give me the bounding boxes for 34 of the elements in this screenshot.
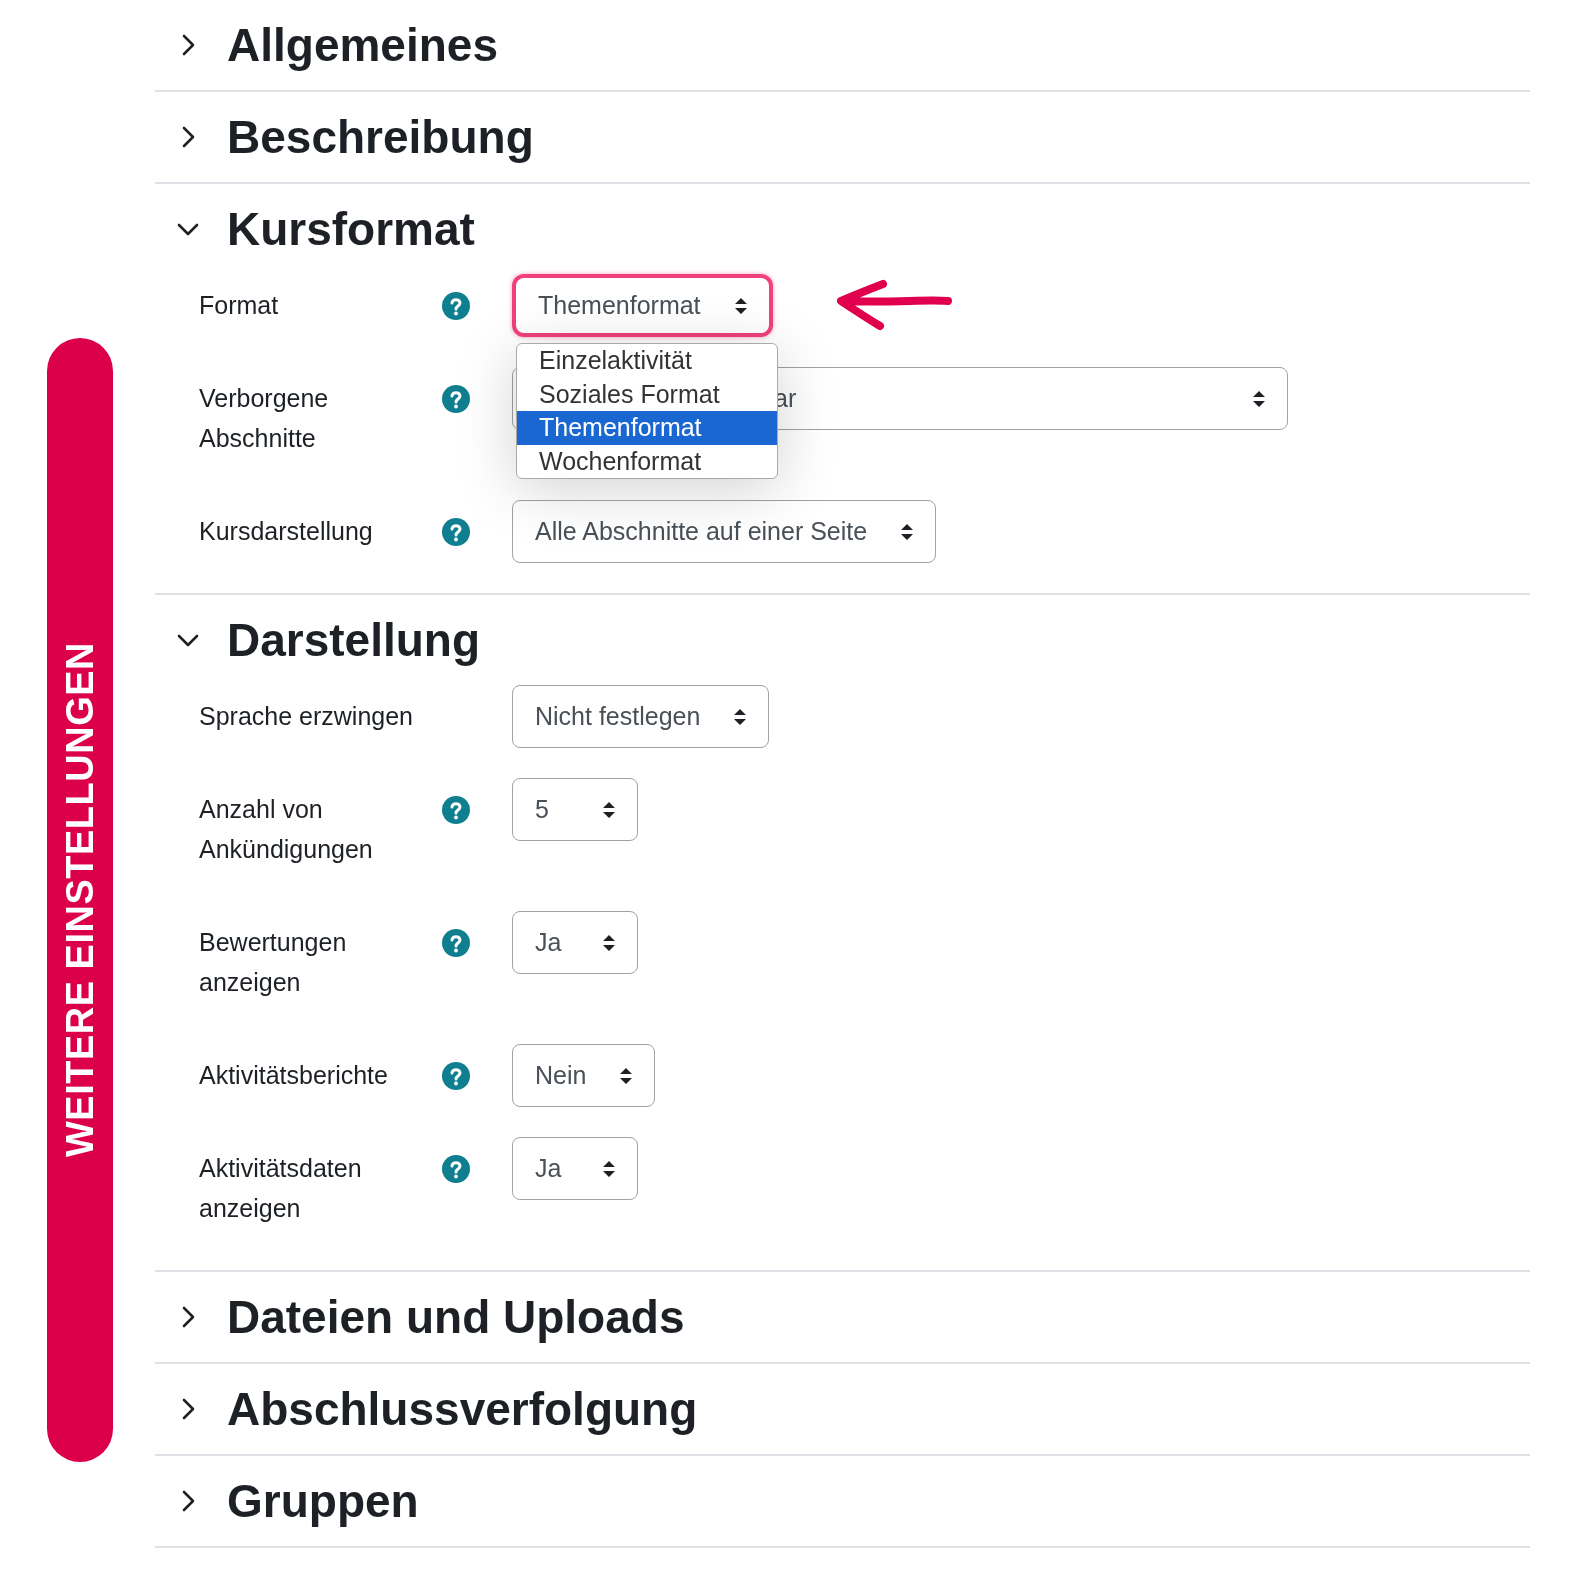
sort-caret-icon xyxy=(901,522,914,541)
sort-caret-icon xyxy=(603,800,615,819)
dropdown-option[interactable]: Wochenformat xyxy=(517,444,777,478)
select-field[interactable]: Ja xyxy=(512,911,638,974)
sort-caret-icon xyxy=(1253,389,1265,408)
help-icon[interactable] xyxy=(442,384,470,413)
sort-caret-icon xyxy=(734,707,747,726)
help-icon[interactable] xyxy=(442,928,470,957)
sort-caret-icon xyxy=(620,1066,633,1085)
help-icon[interactable] xyxy=(442,795,470,824)
select-field[interactable]: Nein xyxy=(512,1044,656,1107)
help-icon[interactable] xyxy=(442,291,470,320)
help-icon[interactable] xyxy=(442,1061,470,1090)
help-icon[interactable] xyxy=(442,517,470,546)
sort-caret-icon xyxy=(734,296,747,315)
sort-caret-icon xyxy=(603,1159,615,1178)
select-field[interactable]: Nicht festlegen xyxy=(512,685,770,748)
field-label: Bewertungen anzeigen xyxy=(199,927,348,998)
select-field[interactable]: Ja xyxy=(512,1137,638,1200)
field-label: Sprache erzwingen xyxy=(199,701,414,732)
dropdown-option[interactable]: Soziales Format xyxy=(517,377,777,411)
section-title[interactable]: Kursformat xyxy=(227,206,475,252)
field-label: Anzahl von Ankündigungen xyxy=(199,794,374,865)
field-label: Format xyxy=(199,290,280,321)
field-label: Aktivitätsberichte xyxy=(199,1060,389,1091)
field-label: Aktivitätsdaten anzeigen xyxy=(199,1153,363,1224)
select-field[interactable]: 5 xyxy=(512,778,638,841)
field-label: Kursdarstellung xyxy=(199,516,374,547)
field-label: Verborgene Abschnitte xyxy=(199,383,330,454)
help-icon[interactable] xyxy=(442,1154,470,1183)
banner-label: WEITERE EINSTELLUNGEN xyxy=(61,642,99,1158)
select-field[interactable]: Alle Abschnitte auf einer Seite xyxy=(512,500,937,563)
dropdown-option[interactable]: Themenformat xyxy=(517,411,777,445)
sort-caret-icon xyxy=(603,933,615,952)
